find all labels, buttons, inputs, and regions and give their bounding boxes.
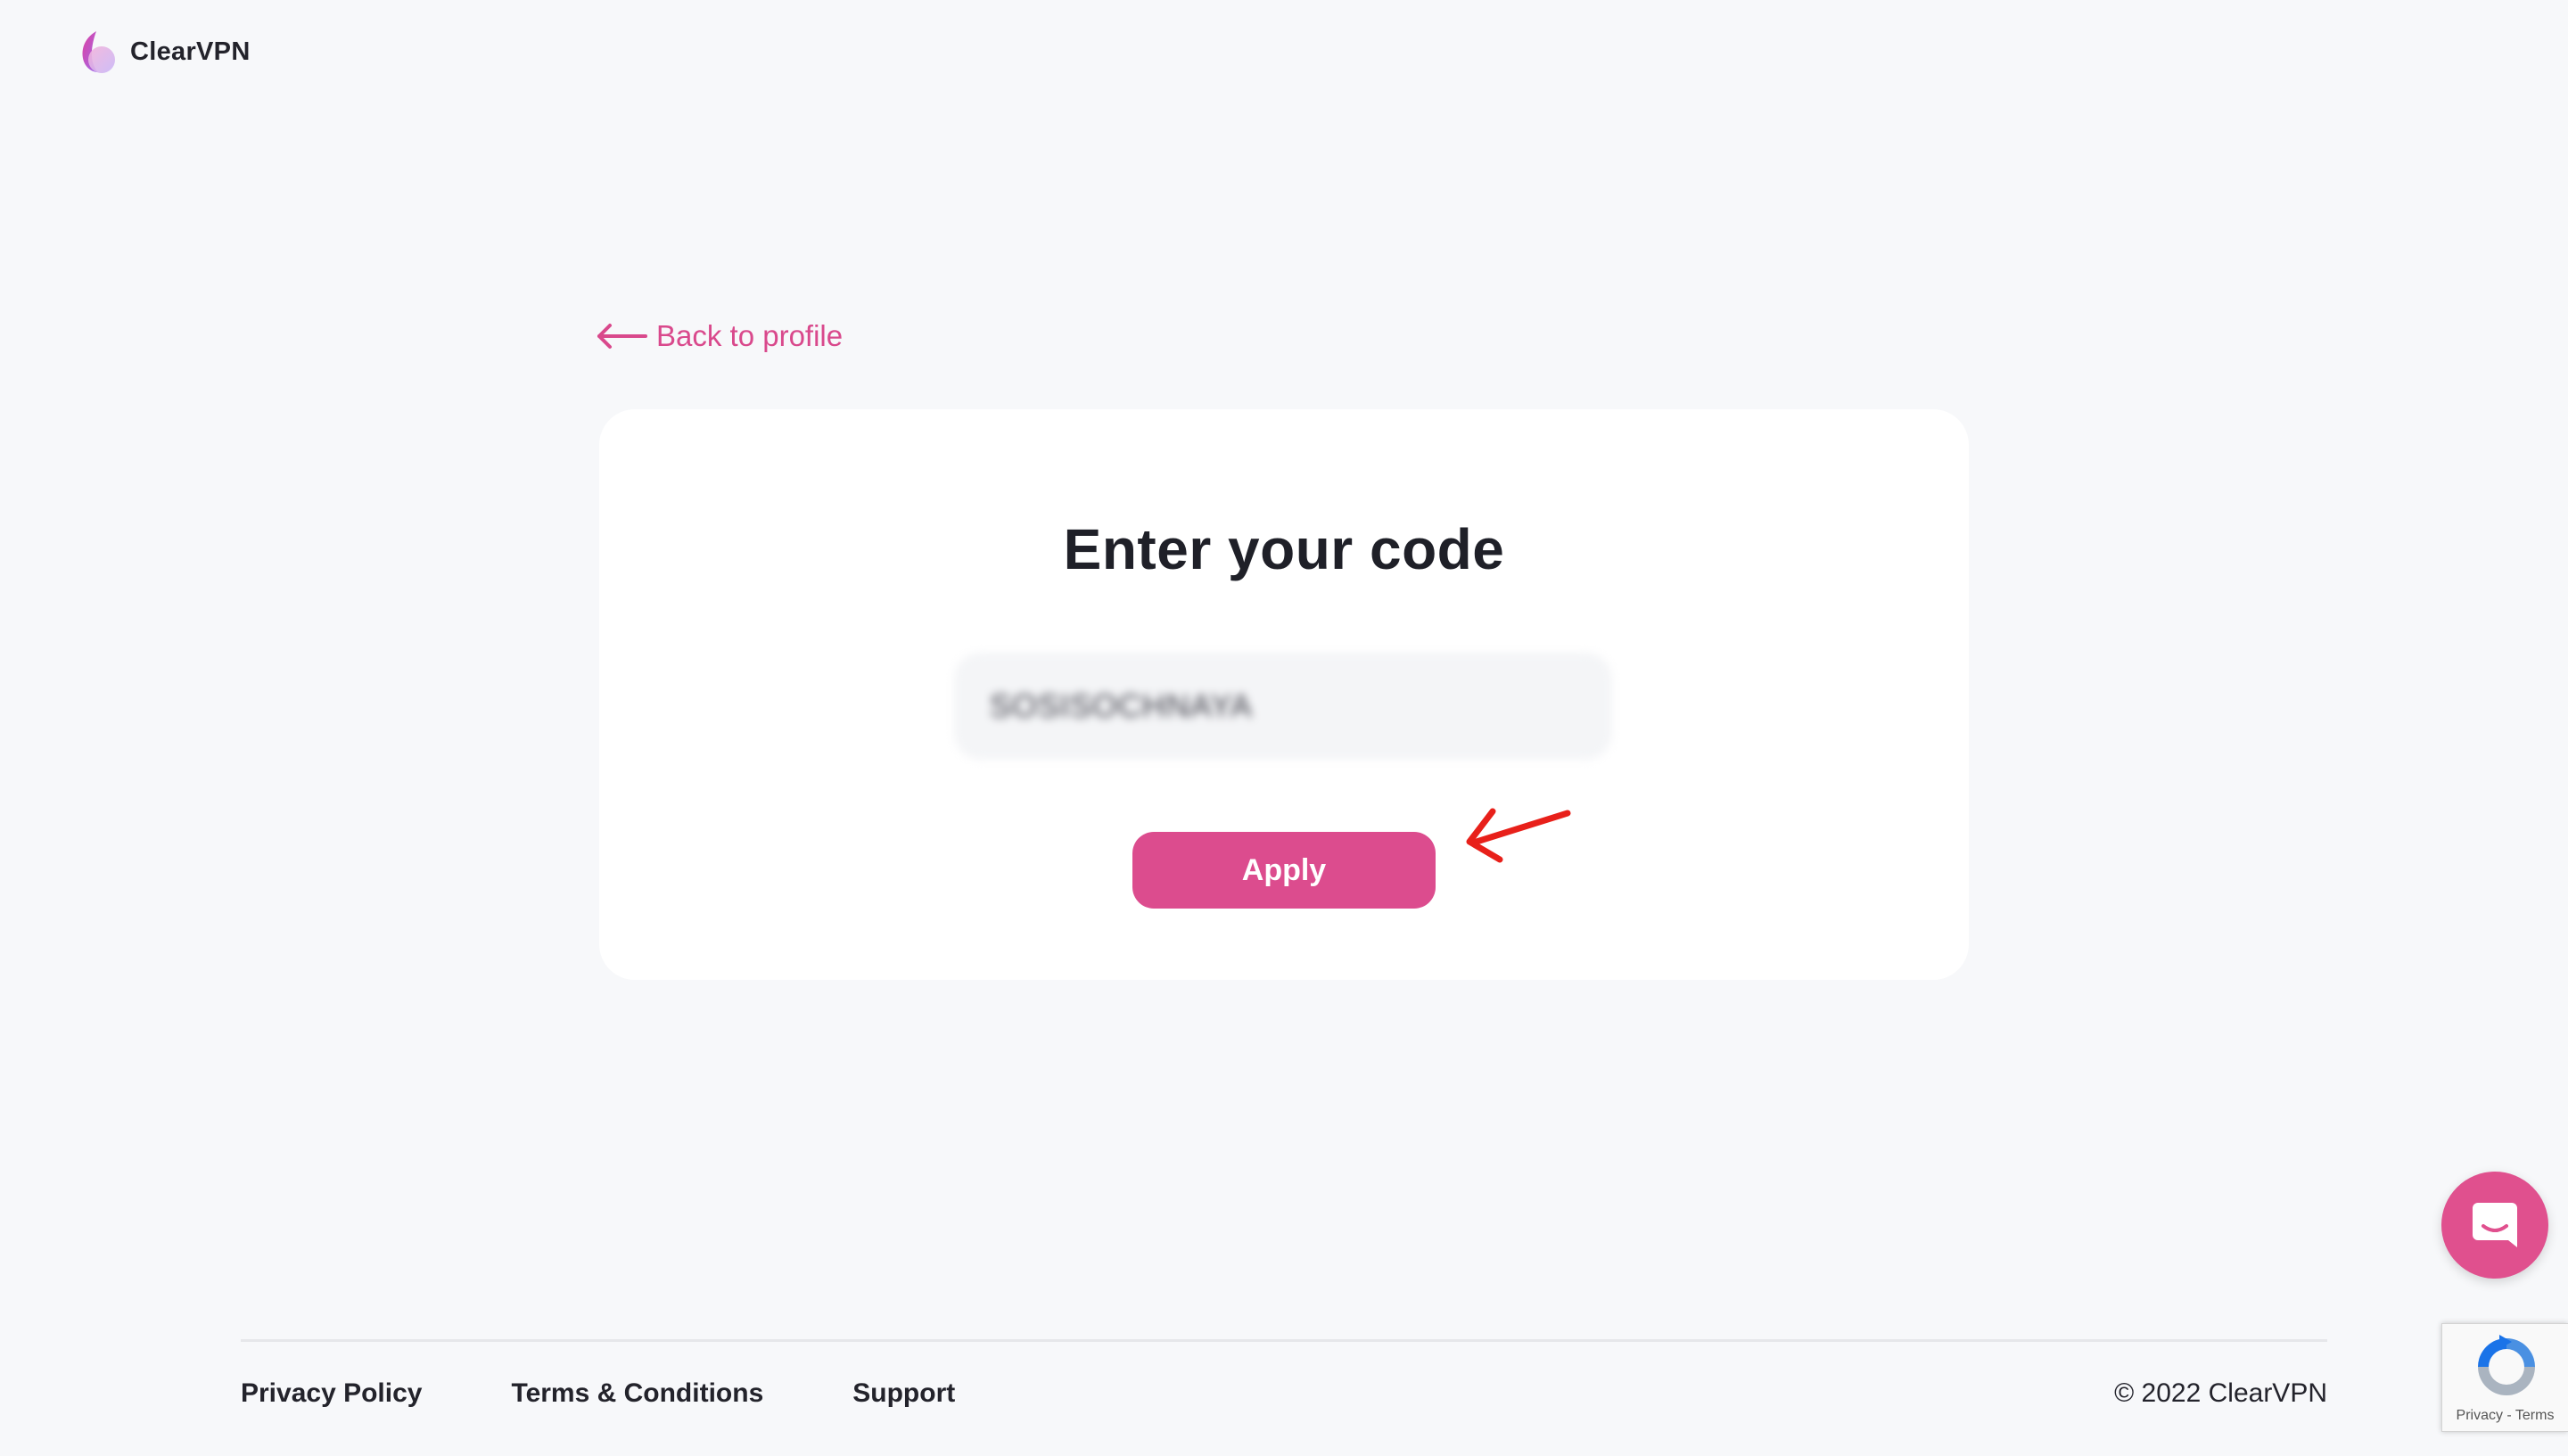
- copyright-text: © 2022 ClearVPN: [2114, 1378, 2327, 1408]
- recaptcha-terms-link[interactable]: Terms: [2515, 1408, 2555, 1423]
- recaptcha-badge[interactable]: Privacy - Terms: [2441, 1323, 2568, 1432]
- arrow-left-icon: [597, 324, 647, 349]
- clearvpn-logo-icon: [82, 31, 115, 73]
- footer-divider: [241, 1339, 2327, 1342]
- privacy-policy-link[interactable]: Privacy Policy: [241, 1378, 422, 1409]
- apply-button[interactable]: Apply: [1132, 832, 1436, 909]
- brand-logo[interactable]: ClearVPN: [78, 27, 251, 77]
- redeem-code-card: Enter your code Apply: [599, 409, 1969, 980]
- back-to-profile-label: Back to profile: [656, 319, 844, 352]
- recaptcha-links: Privacy - Terms: [2442, 1408, 2568, 1424]
- red-arrow-annotation: [1466, 808, 1571, 863]
- brand-name: ClearVPN: [130, 37, 251, 66]
- page-title: Enter your code: [1063, 517, 1505, 581]
- recaptcha-separator: -: [2502, 1408, 2515, 1423]
- footer-links: Privacy Policy Terms & Conditions Suppor…: [241, 1378, 1044, 1409]
- terms-conditions-link[interactable]: Terms & Conditions: [511, 1378, 763, 1409]
- recaptcha-icon: [2478, 1335, 2535, 1395]
- chat-bubble-icon: [2473, 1203, 2517, 1247]
- recaptcha-privacy-link[interactable]: Privacy: [2457, 1408, 2503, 1423]
- support-link[interactable]: Support: [852, 1378, 955, 1409]
- code-input[interactable]: [954, 653, 1612, 760]
- back-to-profile-link[interactable]: Back to profile: [596, 319, 843, 353]
- chat-launcher-button[interactable]: [2441, 1172, 2548, 1279]
